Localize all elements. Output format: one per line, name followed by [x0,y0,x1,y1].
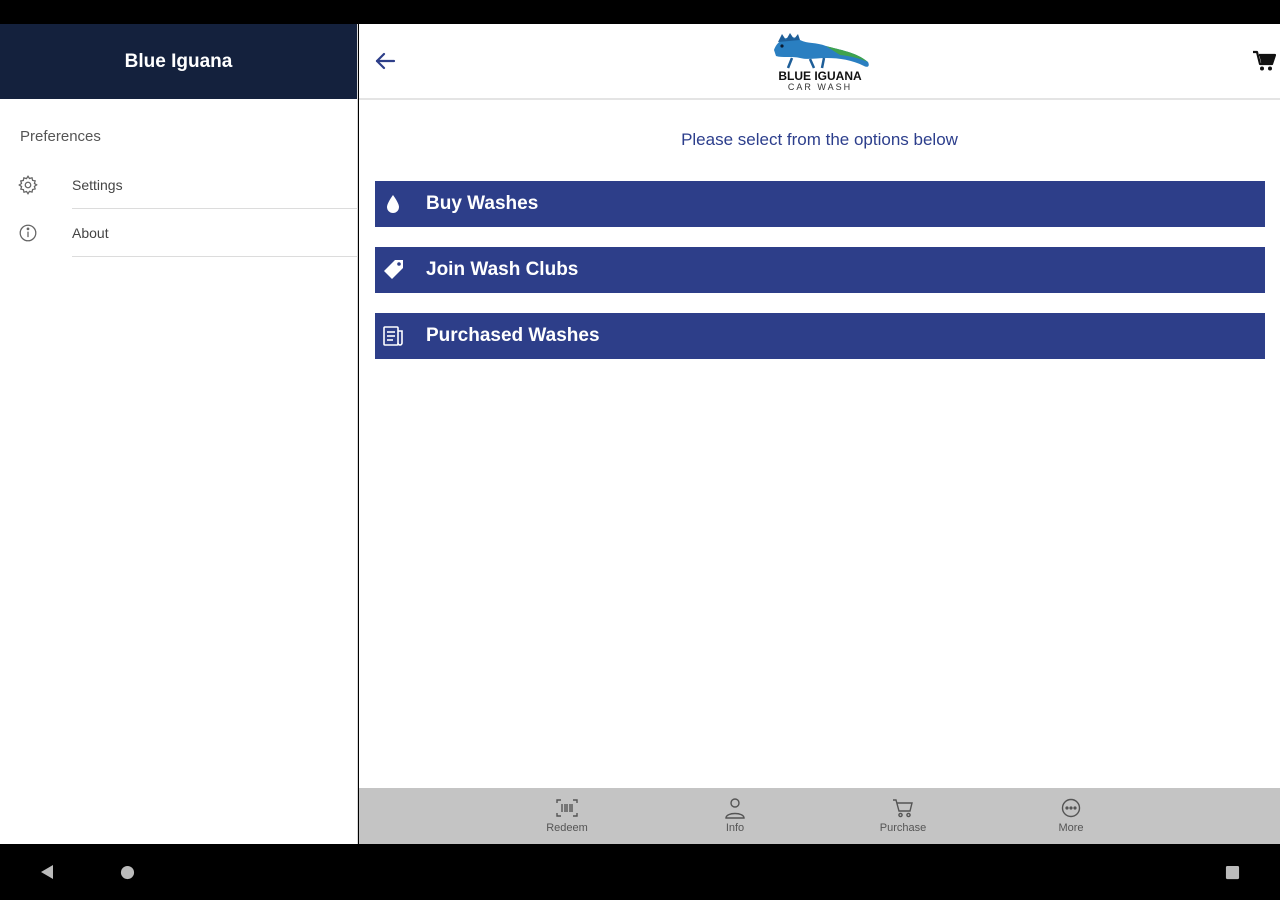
tab-info[interactable]: Info [695,788,775,844]
tab-more[interactable]: More [1031,788,1111,844]
more-icon [1061,798,1081,818]
sidebar-item-about[interactable]: About [0,209,357,257]
nav-recents-icon[interactable] [1225,865,1240,880]
gear-icon [18,175,38,195]
water-drop-icon [387,195,399,213]
blue-iguana-logo: BLUE IGUANA CAR WASH [774,33,869,92]
buy-washes-button[interactable]: Buy Washes [375,181,1265,227]
back-arrow-icon[interactable] [373,50,399,72]
sidebar-item-label: Settings [72,177,123,193]
receipt-icon [383,326,403,346]
system-navigation-bar [0,844,1280,900]
logo-text-top: BLUE IGUANA [778,69,862,83]
purchased-washes-button[interactable]: Purchased Washes [375,313,1265,359]
status-bar [0,0,1280,24]
tab-label: Purchase [879,822,927,834]
tab-purchase[interactable]: Purchase [863,788,943,844]
option-label: Buy Washes [426,193,539,214]
person-icon [725,798,745,819]
tab-label: More [1058,822,1084,834]
tab-label: Redeem [546,822,588,834]
divider [72,256,357,257]
option-label: Purchased Washes [426,325,600,346]
nav-home-icon[interactable] [120,865,135,880]
info-icon [19,224,37,242]
tab-label: Info [725,822,745,834]
barcode-scan-icon [556,799,578,817]
bottom-tab-bar: Redeem Info Purchase More [359,788,1280,844]
navigation-drawer: Blue Iguana Preferences Settings About [0,24,358,844]
preferences-section-label: Preferences [20,128,101,145]
drawer-title: Blue Iguana [124,50,233,72]
sidebar-item-label: About [72,225,109,241]
option-label: Join Wash Clubs [426,259,579,280]
join-wash-clubs-button[interactable]: Join Wash Clubs [375,247,1265,293]
tag-icon [384,260,403,279]
nav-back-icon[interactable] [39,864,55,880]
sidebar-item-settings[interactable]: Settings [0,161,357,209]
cart-icon[interactable] [1252,50,1276,72]
top-app-bar: BLUE IGUANA CAR WASH [359,24,1280,100]
instructions-text: Please select from the options below [681,130,958,149]
logo-text-bottom: CAR WASH [788,82,852,92]
tab-redeem[interactable]: Redeem [527,788,607,844]
cart-icon [893,799,913,818]
drawer-header: Blue Iguana [0,24,357,99]
main-panel: BLUE IGUANA CAR WASH Please select from … [359,24,1280,844]
